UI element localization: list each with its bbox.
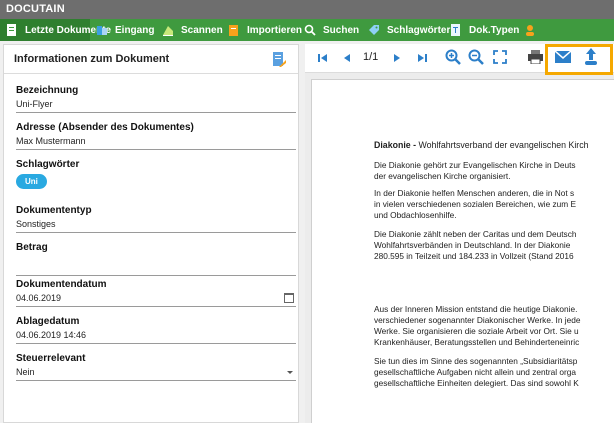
tag-icon — [368, 24, 380, 37]
viewer-toolbar: 1/1 — [305, 44, 614, 75]
field-label: Dokumententyp — [16, 205, 92, 216]
doc-line: Werke. Sie organisieren die soziale Arbe… — [374, 326, 579, 336]
doc-line: gesellschaftliche Einheiten delegiert. D… — [374, 378, 579, 388]
doc-line: Die Diakonie zählt neben der Caritas und… — [374, 229, 577, 239]
field-betrag[interactable]: Betrag — [16, 242, 296, 276]
print-icon[interactable] — [528, 50, 543, 66]
field-ablagedatum[interactable]: Ablagedatum 04.06.2019 14:46 — [16, 316, 296, 344]
adresse-input[interactable]: Max Mustermann — [16, 136, 296, 150]
zoom-in-icon[interactable] — [445, 49, 461, 65]
field-label: Adresse (Absender des Dokumentes) — [16, 122, 194, 133]
nav-importieren[interactable]: Importieren — [222, 19, 302, 41]
dokumentendatum-input[interactable]: 04.06.2019 — [16, 293, 296, 307]
doc-heading-text: Wohlfahrtsverband der evangelischen Kirc… — [416, 140, 589, 150]
next-page-icon[interactable] — [393, 51, 402, 67]
nav-label: Suchen — [323, 24, 360, 36]
doc-line: Wohlfahrtsverbänden in Deutschland. In d… — [374, 240, 571, 250]
select-value: Nein — [16, 367, 35, 377]
doc-line: gesellschaftliche Aufgaben nicht allein … — [374, 367, 577, 377]
chevron-down-icon — [287, 371, 293, 374]
doc-line: in vielen verschiedenen sozialen Bereich… — [374, 199, 577, 209]
inbox-icon — [96, 24, 108, 37]
nav-label: Importieren — [247, 24, 303, 36]
tag-chip[interactable]: Uni — [16, 174, 47, 189]
fit-screen-icon[interactable] — [493, 50, 507, 66]
prev-page-icon[interactable] — [342, 51, 351, 67]
nav-label: Dok.Typen — [469, 24, 520, 36]
doc-line: verschiedener sogenannter Diakonischer W… — [374, 315, 581, 325]
doc-line: der evangelischen Kirche organisiert. — [374, 171, 511, 181]
highlight-box — [545, 44, 613, 75]
field-label: Schlagwörter — [16, 159, 80, 170]
field-label: Bezeichnung — [16, 85, 79, 96]
document-info-panel: Informationen zum Dokument Bezeichnung U… — [3, 44, 299, 423]
page-indicator: 1/1 — [363, 51, 379, 63]
app-window: DOCUTAIN Letzte Dokumente Eingang Scanne… — [0, 0, 614, 423]
last-page-icon[interactable] — [417, 51, 428, 67]
field-label: Dokumentendatum — [16, 279, 107, 290]
nav-more[interactable] — [518, 19, 538, 41]
field-label: Betrag — [16, 242, 48, 253]
app-title: DOCUTAIN — [0, 0, 614, 19]
field-label: Steuerrelevant — [16, 353, 86, 364]
doc-line: und Obdachlosenhilfe. — [374, 210, 457, 220]
field-label: Ablagedatum — [16, 316, 80, 327]
doc-line: Die Diakonie gehört zur Evangelischen Ki… — [374, 160, 576, 170]
doc-line: In der Diakonie helfen Menschen anderen,… — [374, 188, 575, 198]
nav-schlagwoerter[interactable]: Schlagwörter — [362, 19, 450, 41]
nav-scannen[interactable]: Scannen — [156, 19, 223, 41]
edit-document-icon[interactable] — [273, 52, 286, 68]
nav-doktypen[interactable]: Dok.Typen — [444, 19, 520, 41]
doc-heading-bold: Diakonie - — [374, 140, 417, 150]
doc-heading: Diakonie - Wohlfahrtsverband der evangel… — [374, 140, 614, 151]
doc-line: Sie tun dies im Sinne des sogenannten „S… — [374, 356, 578, 366]
nav-suchen[interactable]: Suchen — [298, 19, 362, 41]
dokumententyp-input[interactable]: Sonstiges — [16, 219, 296, 233]
field-dokumententyp[interactable]: Dokumententyp Sonstiges — [16, 205, 296, 233]
document-icon — [6, 23, 18, 37]
ablagedatum-input[interactable]: 04.06.2019 14:46 — [16, 330, 296, 344]
bezeichnung-input[interactable]: Uni-Flyer — [16, 99, 296, 113]
panel-title: Informationen zum Dokument — [14, 53, 170, 65]
main-nav: Letzte Dokumente Eingang Scannen Importi… — [0, 19, 614, 41]
doc-line: 280.595 in Teilzeit und 184.233 in Vollz… — [374, 251, 574, 261]
field-adresse[interactable]: Adresse (Absender des Dokumentes) Max Mu… — [16, 122, 296, 150]
document-page: Diakonie - Wohlfahrtsverband der evangel… — [311, 79, 614, 423]
nav-eingang[interactable]: Eingang — [90, 19, 156, 41]
field-steuerrelevant[interactable]: Steuerrelevant Nein — [16, 353, 296, 381]
zoom-out-icon[interactable] — [468, 49, 484, 65]
steuerrelevant-select[interactable]: Nein — [16, 367, 296, 381]
nav-label: Schlagwörter — [387, 24, 451, 36]
field-dokumentendatum[interactable]: Dokumentendatum 04.06.2019 — [16, 279, 296, 307]
panel-header: Informationen zum Dokument — [4, 45, 298, 74]
scanner-icon — [162, 24, 174, 37]
user-icon — [524, 24, 536, 37]
betrag-input[interactable] — [16, 256, 296, 276]
calendar-icon[interactable] — [284, 293, 294, 303]
document-viewer: 1/1 Diakonie - Wohlfahrtsverband der eva… — [305, 44, 614, 423]
search-icon — [304, 24, 316, 37]
nav-label: Scannen — [181, 24, 223, 36]
field-bezeichnung[interactable]: Bezeichnung Uni-Flyer — [16, 85, 296, 113]
import-icon — [228, 24, 240, 37]
nav-label: Eingang — [115, 24, 155, 36]
nav-letzte-dokumente[interactable]: Letzte Dokumente — [0, 19, 111, 41]
doctype-icon — [450, 23, 462, 37]
doc-line: Krankenhäuser, Beratungsstellen und Behi… — [374, 337, 580, 347]
first-page-icon[interactable] — [317, 51, 328, 67]
field-schlagwoerter[interactable]: Schlagwörter Uni — [16, 159, 296, 189]
date-value: 04.06.2019 — [16, 293, 62, 303]
doc-line: Aus der Inneren Mission entstand die heu… — [374, 304, 578, 314]
